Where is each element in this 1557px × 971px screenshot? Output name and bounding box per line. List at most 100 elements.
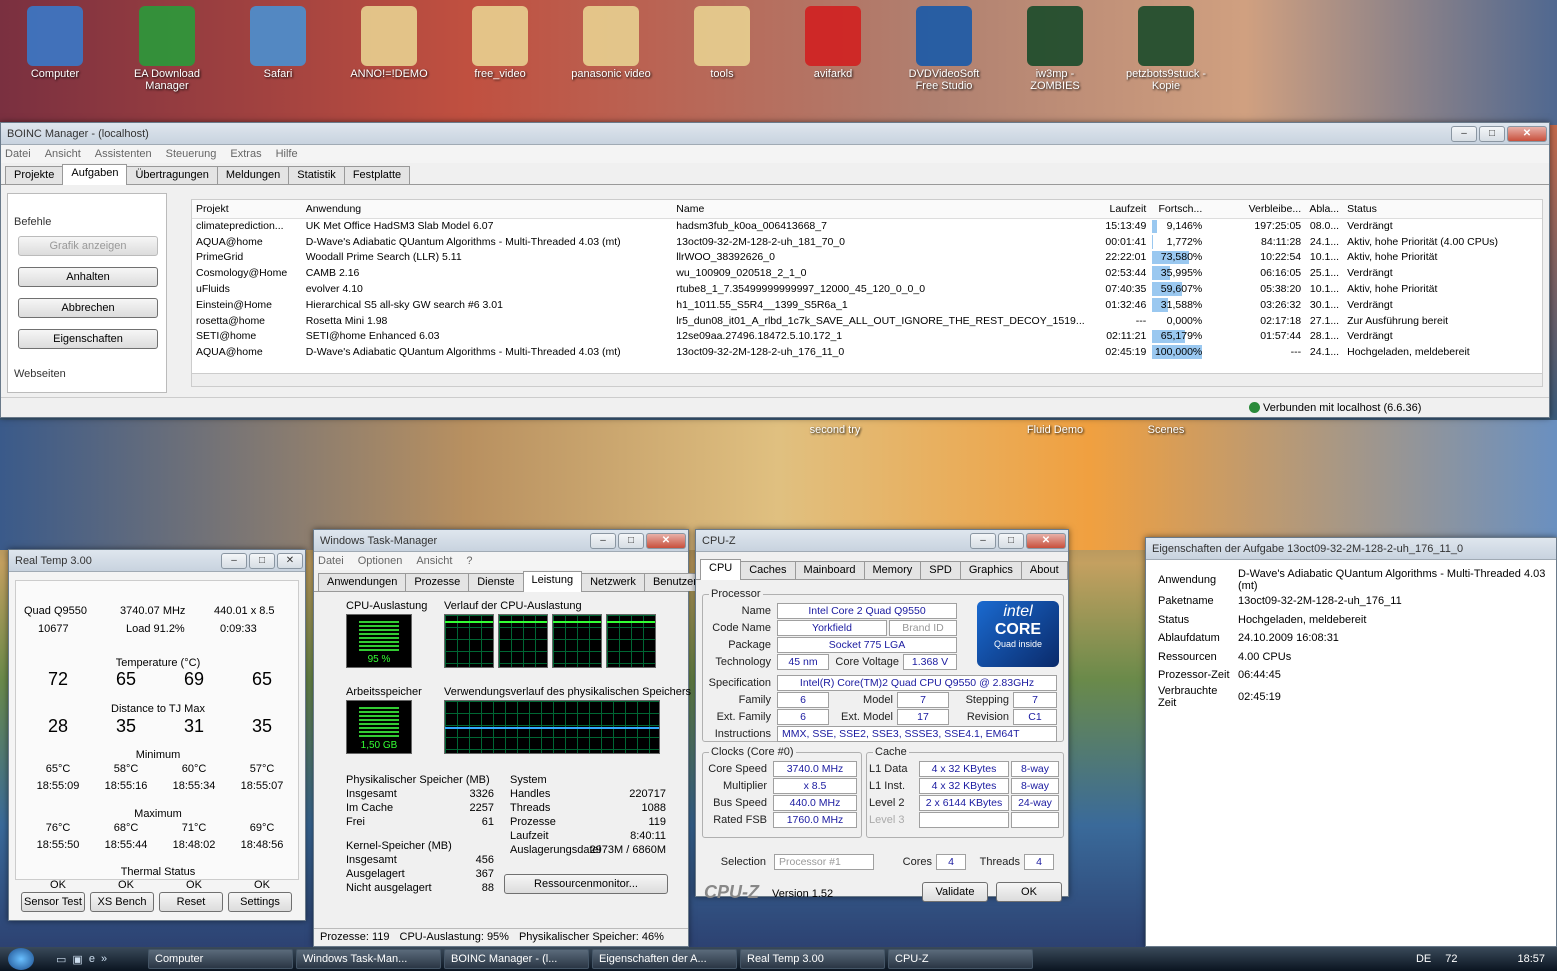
column-header[interactable]: Verbleibe... [1206,200,1305,218]
tab-spd[interactable]: SPD [920,561,961,579]
clock[interactable]: 18:57 [1517,953,1545,965]
minimize-button[interactable]: – [1451,125,1477,142]
validate-button[interactable]: Validate [922,882,988,902]
boinc-titlebar[interactable]: BOINC Manager - (localhost) – □ ✕ [1,123,1549,145]
tab-about[interactable]: About [1020,561,1068,579]
close-button[interactable]: ✕ [1026,532,1066,549]
taskmanager-titlebar[interactable]: Windows Task-Manager – □ ✕ [314,530,688,552]
maximize-button[interactable]: □ [249,552,275,569]
ie-icon[interactable]: e [89,953,95,966]
tab-projekte[interactable]: Projekte [5,166,64,184]
column-header[interactable]: Laufzeit [1089,200,1151,218]
taskbar-button[interactable]: CPU-Z [888,949,1033,969]
desktop-shortcut[interactable]: iw3mp - ZOMBIES [1010,6,1100,92]
table-row[interactable]: Cosmology@Home CAMB 2.16 wu_100909_020518_… [192,265,1542,281]
properties-titlebar[interactable]: Eigenschaften der Aufgabe 13oct09-32-2M-… [1146,538,1556,560]
table-row[interactable]: SETI@home SETI@home Enhanced 6.03 12se09aa… [192,329,1542,345]
tab-aufgaben[interactable]: Aufgaben [62,164,128,185]
realtemp-button[interactable]: Settings [228,892,292,912]
menu-item[interactable]: Datei [318,555,344,567]
taskbar-button[interactable]: BOINC Manager - (l... [444,949,589,969]
desktop-shortcut[interactable]: panasonic video [566,6,656,80]
command-button[interactable]: Eigenschaften [18,329,158,349]
tab-cpu[interactable]: CPU [700,559,742,580]
desktop-shortcut[interactable]: Safari [233,6,323,80]
maximize-button[interactable]: □ [1479,125,1505,142]
menu-item[interactable]: Steuerung [166,148,217,160]
taskbar-button[interactable]: Windows Task-Man... [296,949,441,969]
desktop-shortcut[interactable]: Computer [10,6,100,80]
start-button[interactable] [0,947,42,971]
column-header[interactable]: Projekt [192,200,302,218]
command-button[interactable]: Abbrechen [18,298,158,318]
table-row[interactable]: AQUA@home D-Wave's Adiabatic QUantum Algo… [192,344,1542,360]
desktop-shortcut-label[interactable]: Scenes [1121,424,1211,436]
column-header[interactable]: Anwendung [302,200,673,218]
desktop-shortcut-label[interactable]: second try [790,424,880,436]
taskbar-button[interactable]: Computer [148,949,293,969]
tab-prozesse[interactable]: Prozesse [405,573,470,591]
tab-meldungen[interactable]: Meldungen [216,166,290,184]
desktop-shortcut[interactable]: tools [677,6,767,80]
command-button[interactable]: Grafik anzeigen [18,236,158,256]
menu-item[interactable]: Hilfe [276,148,298,160]
realtemp-button[interactable]: Sensor Test [21,892,85,912]
resource-monitor-button[interactable]: Ressourcenmonitor... [504,874,668,894]
desktop-shortcut[interactable]: EA Download Manager [122,6,212,92]
more-icon[interactable]: » [101,953,107,966]
tab-anwendungen[interactable]: Anwendungen [318,573,407,591]
column-header[interactable]: Abla... [1305,200,1343,218]
tray-temp[interactable]: 72 [1445,953,1457,965]
close-button[interactable]: ✕ [277,552,303,569]
realtemp-button[interactable]: XS Bench [90,892,154,912]
desktop-shortcut[interactable]: petzbots9stuck - Kopie [1121,6,1211,92]
maximize-button[interactable]: □ [998,532,1024,549]
menu-item[interactable]: ? [466,555,472,567]
column-header[interactable]: Fortsch... [1150,200,1206,218]
tab-netzwerk[interactable]: Netzwerk [581,573,645,591]
tab-übertragungen[interactable]: Übertragungen [126,166,218,184]
tab-festplatte[interactable]: Festplatte [343,166,411,184]
table-row[interactable]: climateprediction... UK Met Office HadSM3… [192,218,1542,234]
menu-item[interactable]: Ansicht [45,148,81,160]
minimize-button[interactable]: – [590,532,616,549]
minimize-button[interactable]: – [970,532,996,549]
taskbar-button[interactable]: Eigenschaften der A... [592,949,737,969]
taskbar-button[interactable]: Real Temp 3.00 [740,949,885,969]
close-button[interactable]: ✕ [646,532,686,549]
desktop-shortcut[interactable]: DVDVideoSoft Free Studio [899,6,989,92]
table-row[interactable]: rosetta@home Rosetta Mini 1.98 lr5_dun08_i… [192,313,1542,329]
menu-item[interactable]: Ansicht [416,555,452,567]
menu-item[interactable]: Optionen [358,555,403,567]
realtemp-button[interactable]: Reset [159,892,223,912]
menu-item[interactable]: Datei [5,148,31,160]
command-button[interactable]: Anhalten [18,267,158,287]
show-desktop-icon[interactable]: ▭ [56,953,66,966]
ok-button[interactable]: OK [996,882,1062,902]
tab-caches[interactable]: Caches [740,561,796,579]
table-row[interactable]: PrimeGrid Woodall Prime Search (LLR) 5.11… [192,250,1542,266]
horizontal-scrollbar[interactable] [191,373,1543,387]
desktop-shortcut[interactable]: free_video [455,6,545,80]
processor-select[interactable]: Processor #1 [774,854,874,870]
table-row[interactable]: uFluids evolver 4.10 rtube8_1_7.3549999999… [192,281,1542,297]
desktop-shortcut[interactable]: avifarkd [788,6,878,80]
maximize-button[interactable]: □ [618,532,644,549]
menu-item[interactable]: Extras [230,148,261,160]
cpuz-titlebar[interactable]: CPU-Z – □ ✕ [696,530,1068,552]
tab-graphics[interactable]: Graphics [959,561,1022,579]
tab-leistung[interactable]: Leistung [522,571,583,592]
language-indicator[interactable]: DE [1416,953,1431,965]
table-row[interactable]: AQUA@home D-Wave's Adiabatic QUantum Algo… [192,234,1542,250]
table-row[interactable]: Einstein@Home Hierarchical S5 all-sky GW … [192,297,1542,313]
desktop-shortcut-label[interactable]: Fluid Demo [1010,424,1100,436]
minimize-button[interactable]: – [221,552,247,569]
switch-windows-icon[interactable]: ▣ [72,953,82,966]
tab-mainboard[interactable]: Mainboard [794,561,865,579]
tab-statistik[interactable]: Statistik [288,166,345,184]
menu-item[interactable]: Assistenten [95,148,152,160]
column-header[interactable]: Status [1343,200,1542,218]
tab-memory[interactable]: Memory [863,561,922,579]
close-button[interactable]: ✕ [1507,125,1547,142]
column-header[interactable]: Name [672,200,1088,218]
